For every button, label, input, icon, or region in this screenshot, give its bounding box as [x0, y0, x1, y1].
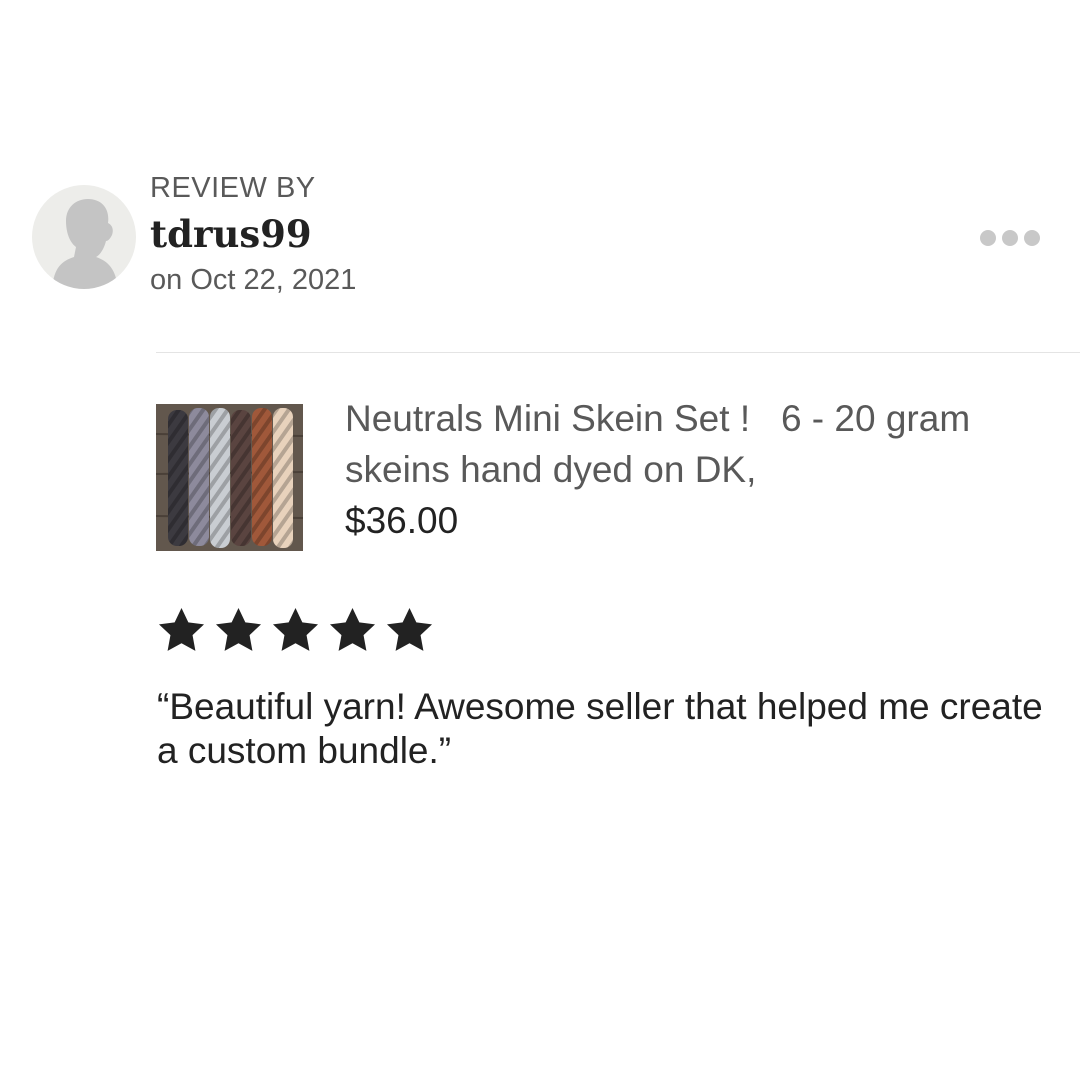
- star-icon: [155, 604, 208, 660]
- yarn-skeins-thumbnail-icon: [156, 404, 303, 551]
- section-divider: [156, 352, 1080, 353]
- star-icon: [383, 604, 436, 660]
- more-dot-icon: [980, 230, 996, 246]
- review-text: “Beautiful yarn! Awesome seller that hel…: [157, 686, 1043, 771]
- star-icon: [326, 604, 379, 660]
- product-title-link[interactable]: Neutrals Mini Skein Set ! 6 - 20 gram sk…: [345, 393, 1045, 495]
- more-options-button[interactable]: [972, 222, 1048, 254]
- more-dot-icon: [1002, 230, 1018, 246]
- star-rating: [155, 604, 436, 660]
- product-thumbnail[interactable]: [156, 404, 303, 551]
- review-by-label: REVIEW BY: [150, 172, 316, 204]
- star-icon: [269, 604, 322, 660]
- more-dot-icon: [1024, 230, 1040, 246]
- star-icon: [212, 604, 265, 660]
- product-price: $36.00: [345, 500, 459, 541]
- reviewer-username[interactable]: tdrus99: [150, 212, 312, 256]
- reviewer-avatar[interactable]: [32, 185, 136, 289]
- default-user-silhouette-icon: [52, 199, 118, 289]
- review-date: on Oct 22, 2021: [150, 264, 357, 296]
